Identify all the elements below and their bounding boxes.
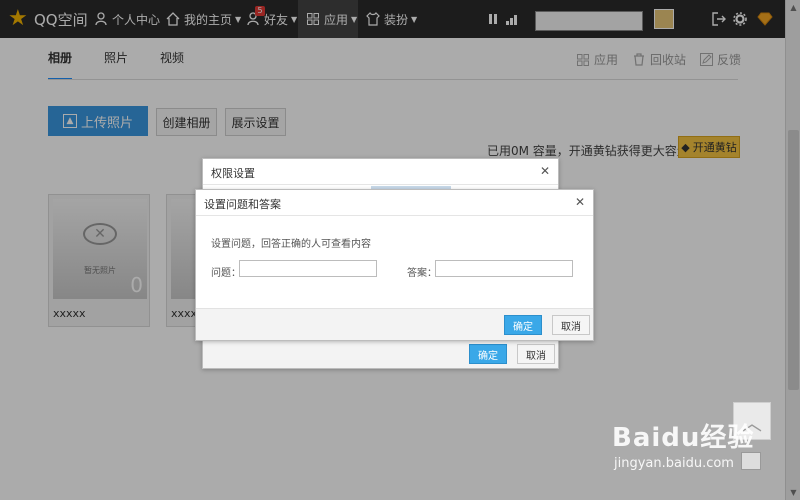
dialog-footer: 确定 取消 <box>203 339 558 368</box>
answer-input[interactable] <box>435 260 573 277</box>
dialog-title: 权限设置 <box>211 167 255 180</box>
dialog-footer: 确定 取消 <box>196 308 593 340</box>
question-input[interactable] <box>239 260 377 277</box>
baidu-jingyan-watermark: Baidu经验 jingyan.baidu.com <box>612 417 762 487</box>
close-icon[interactable]: ✕ <box>540 164 550 178</box>
qa-hint-text: 设置问题，回答正确的人可查看内容 <box>211 239 371 250</box>
question-label: 问题： <box>211 268 241 279</box>
cancel-button[interactable]: 取消 <box>517 344 555 364</box>
confirm-button[interactable]: 确定 <box>504 315 542 335</box>
answer-label: 答案： <box>407 268 437 279</box>
dialog-header: 设置问题和答案 ✕ <box>196 190 593 216</box>
watermark-logo: Baidu经验 <box>612 423 755 453</box>
question-answer-dialog: 设置问题和答案 ✕ 设置问题，回答正确的人可查看内容 问题： 答案： 确定 取消 <box>195 189 594 341</box>
confirm-button[interactable]: 确定 <box>469 344 507 364</box>
close-icon[interactable]: ✕ <box>575 195 585 209</box>
watermark-url: jingyan.baidu.com <box>614 456 734 471</box>
dialog-header: 权限设置 ✕ <box>203 159 558 185</box>
dialog-title: 设置问题和答案 <box>204 198 281 211</box>
cancel-button[interactable]: 取消 <box>552 315 590 335</box>
